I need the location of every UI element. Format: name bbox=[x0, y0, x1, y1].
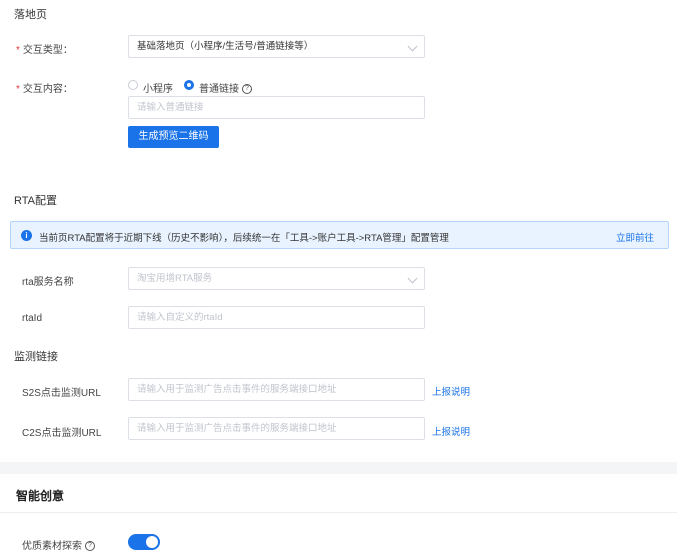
help-icon[interactable]: ? bbox=[85, 541, 95, 552]
monitor-section-title: 监测链接 bbox=[14, 351, 58, 363]
c2s-label: C2S点击监测URL bbox=[22, 428, 102, 439]
interaction-type-label: * 交互类型： bbox=[16, 45, 73, 56]
go-now-link[interactable]: 立即前往 bbox=[616, 230, 654, 244]
rta-notice-banner: i 当前页RTA配置将于近期下线（历史不影响），后续统一在「工具->账户工具->… bbox=[10, 221, 669, 249]
normal-link-input[interactable]: 请输入普通链接 bbox=[128, 96, 425, 119]
s2s-report-help-link[interactable]: 上报说明 bbox=[432, 384, 470, 398]
chevron-down-icon bbox=[407, 41, 418, 52]
smart-creative-title: 智能创意 bbox=[16, 489, 65, 503]
s2s-label: S2S点击监测URL bbox=[22, 388, 101, 399]
chevron-down-icon bbox=[407, 273, 418, 284]
generate-qr-button[interactable]: 生成预览二维码 bbox=[128, 126, 219, 148]
interaction-content-label: * 交互内容： bbox=[16, 84, 73, 95]
rta-service-name-label: rta服务名称 bbox=[22, 277, 74, 288]
toggle-knob bbox=[146, 536, 158, 548]
section-divider bbox=[0, 462, 677, 474]
radio-mini-program-label[interactable]: 小程序 bbox=[143, 80, 173, 95]
required-mark: * bbox=[16, 45, 20, 56]
interaction-type-select[interactable]: 基础落地页（小程序/生活号/普通链接等） bbox=[128, 35, 425, 58]
radio-normal-link[interactable] bbox=[184, 80, 194, 90]
landing-section-title: 落地页 bbox=[14, 9, 47, 21]
quality-explore-label: 优质素材探索? bbox=[22, 537, 95, 552]
info-icon: i bbox=[21, 230, 32, 241]
divider bbox=[0, 512, 677, 513]
required-mark: * bbox=[16, 84, 20, 95]
rta-section-title: RTA配置 bbox=[14, 195, 57, 207]
rta-service-select[interactable]: 淘宝用增RTA服务 bbox=[128, 267, 425, 290]
radio-mini-program[interactable] bbox=[128, 80, 138, 90]
rta-notice-text: 当前页RTA配置将于近期下线（历史不影响），后续统一在「工具->账户工具->RT… bbox=[39, 233, 449, 244]
rta-id-label: rtaId bbox=[22, 313, 43, 324]
help-icon[interactable]: ? bbox=[242, 84, 252, 95]
rta-id-input[interactable]: 请输入自定义的rtaId bbox=[128, 306, 425, 329]
quality-explore-toggle[interactable] bbox=[128, 534, 160, 550]
c2s-url-input[interactable]: 请输入用于监测广告点击事件的服务端接口地址 bbox=[128, 417, 425, 440]
s2s-url-input[interactable]: 请输入用于监测广告点击事件的服务端接口地址 bbox=[128, 378, 425, 401]
c2s-report-help-link[interactable]: 上报说明 bbox=[432, 424, 470, 438]
radio-normal-link-label[interactable]: 普通链接? bbox=[199, 80, 252, 95]
